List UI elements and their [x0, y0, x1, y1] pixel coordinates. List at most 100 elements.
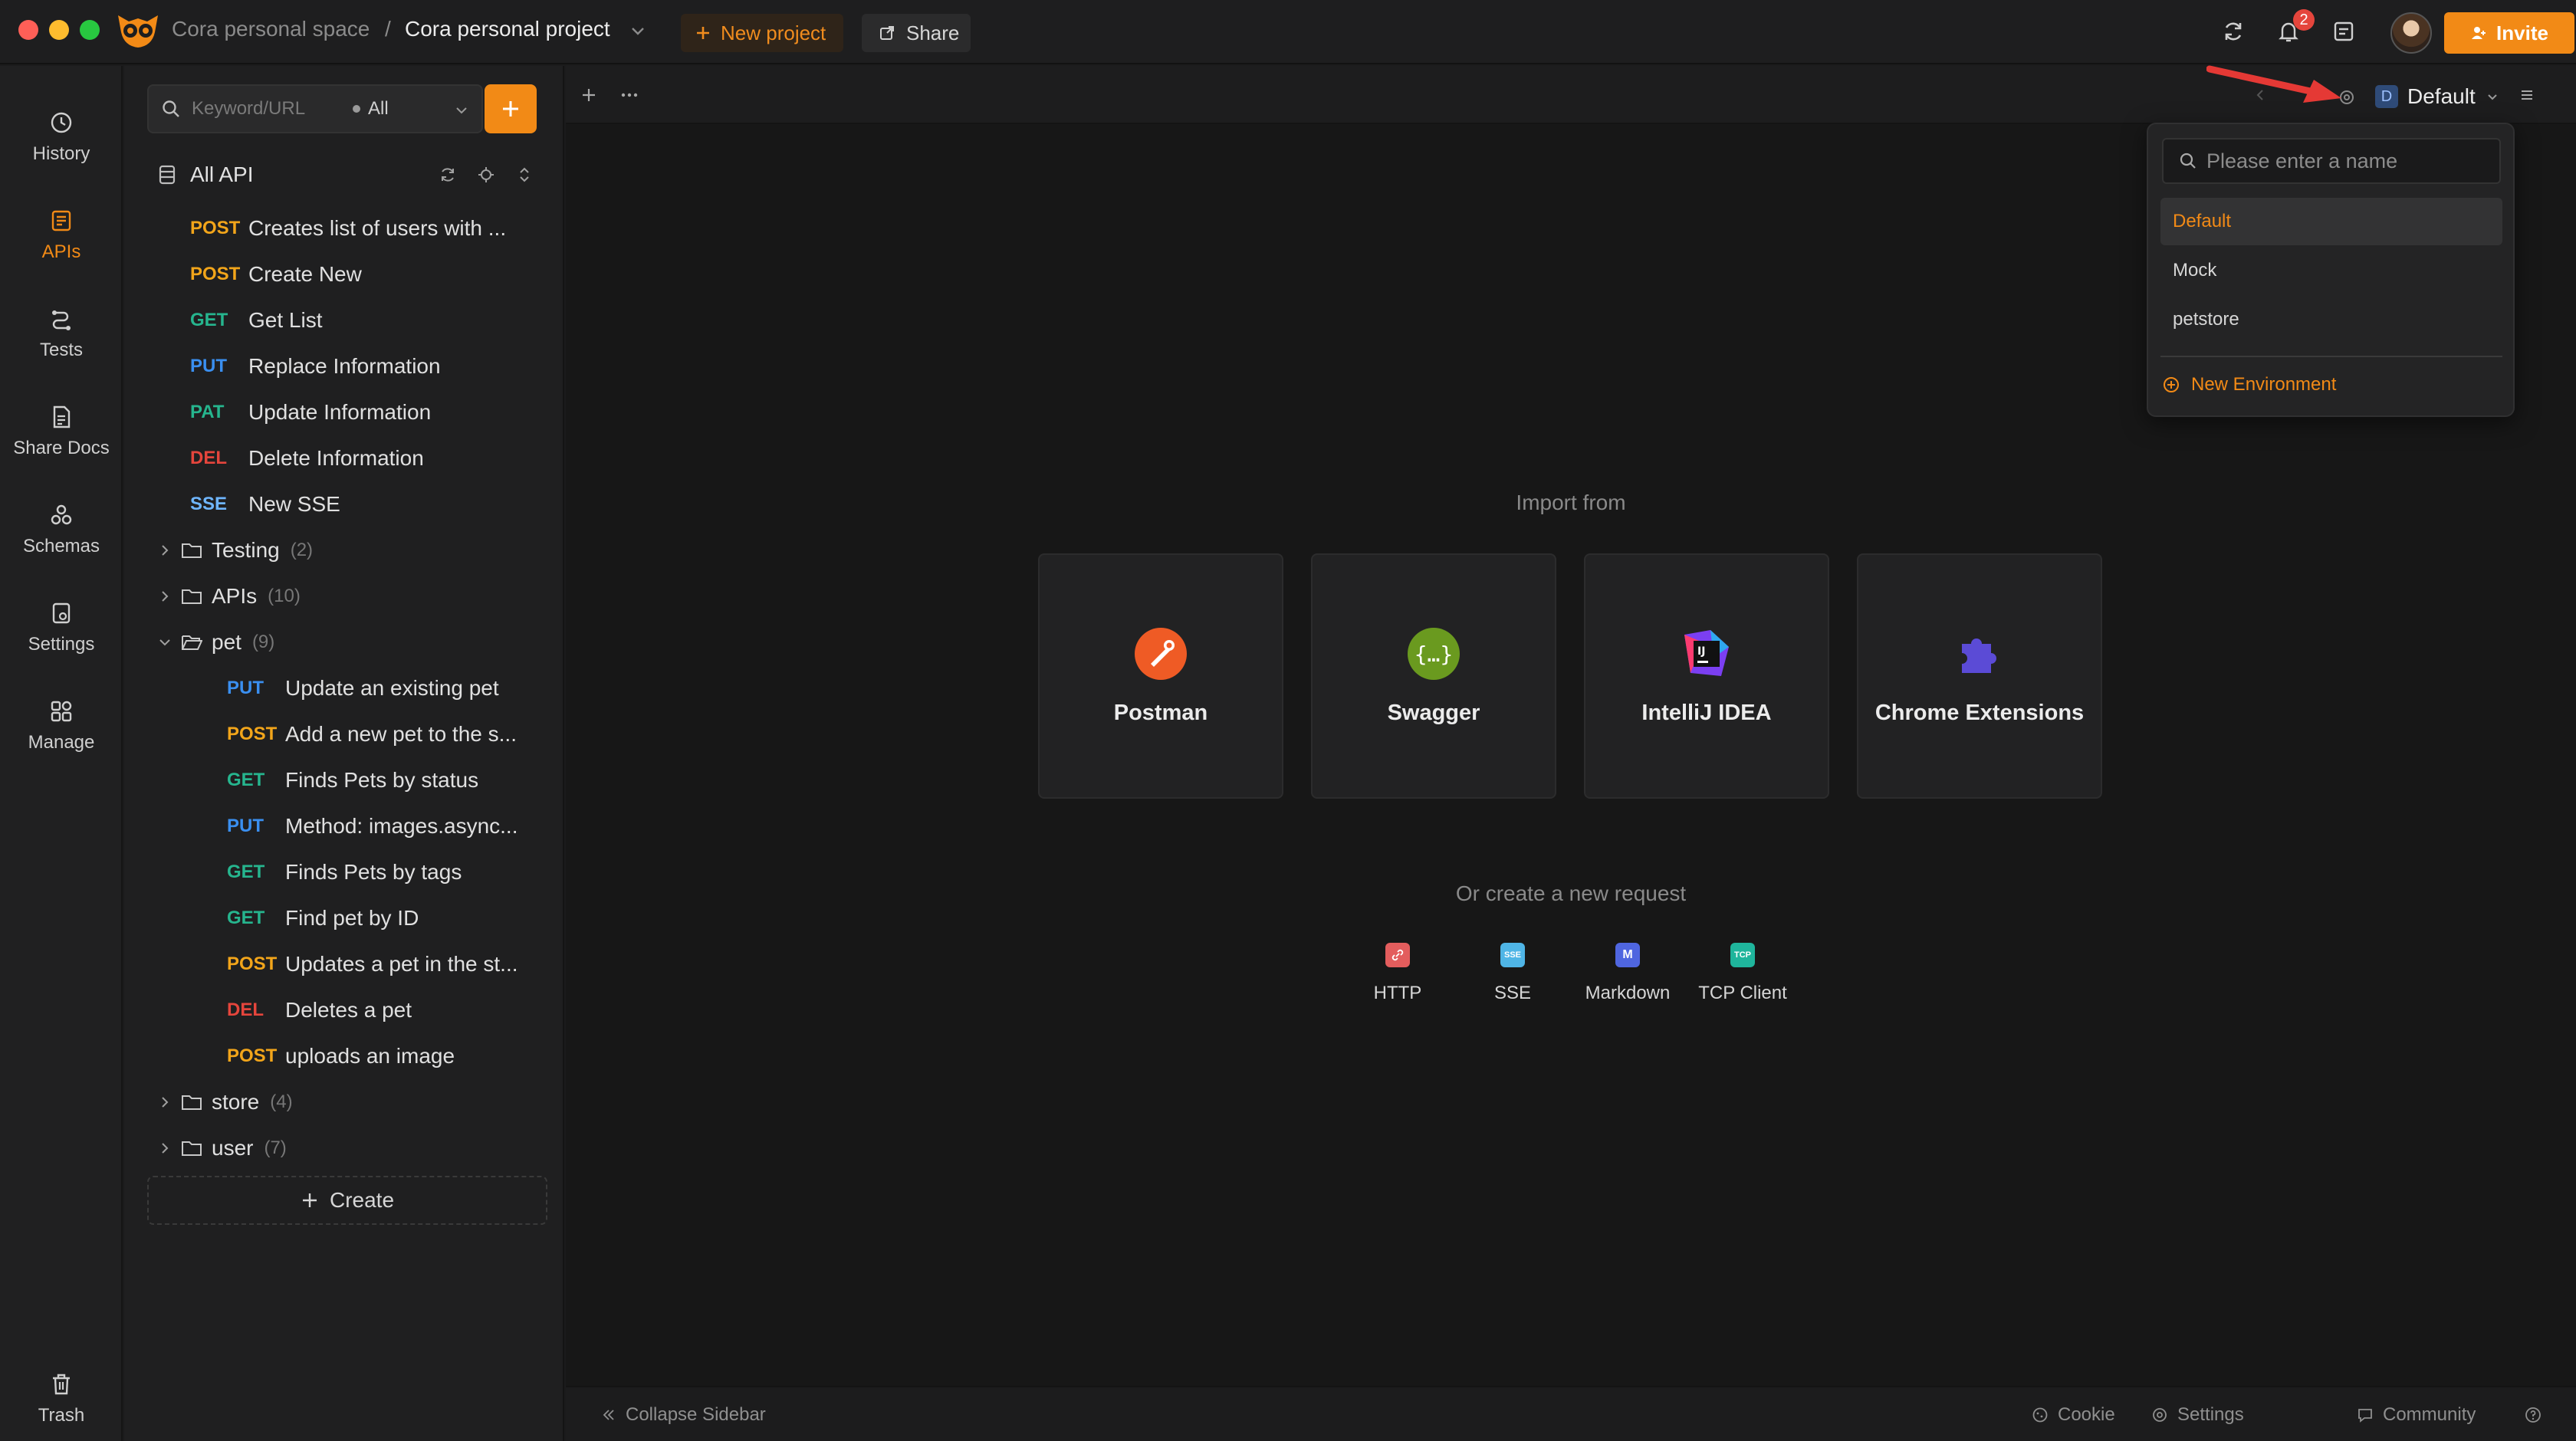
close-window-button[interactable] [18, 20, 38, 40]
api-name: Creates list of users with ... [248, 216, 507, 240]
folder-pet[interactable]: pet (9) [158, 619, 274, 665]
locate-icon[interactable] [477, 166, 495, 184]
import-chrome-extensions-card[interactable]: Chrome Extensions [1857, 553, 2102, 799]
search-icon [161, 99, 181, 119]
import-postman-card[interactable]: Postman [1038, 553, 1283, 799]
import-swagger-card[interactable]: {…} Swagger [1311, 553, 1556, 799]
request-label: HTTP [1373, 983, 1422, 1003]
nav-share-docs[interactable]: Share Docs [0, 389, 123, 474]
card-label: IntelliJ IDEA [1641, 700, 1772, 725]
environment-option-default[interactable]: Default [2160, 198, 2502, 245]
folder-icon [181, 541, 212, 560]
new-tcp-client-request[interactable]: TCP TCP Client [1693, 943, 1792, 1004]
nav-apis[interactable]: APIs [0, 193, 123, 277]
environment-option-petstore[interactable]: petstore [2160, 296, 2502, 343]
expand-collapse-icon[interactable] [515, 166, 534, 184]
new-http-request[interactable]: HTTP [1348, 943, 1447, 1004]
environment-option-mock[interactable]: Mock [2160, 247, 2502, 294]
api-item[interactable]: POST uploads an image [227, 1033, 455, 1079]
owl-logo-icon [115, 11, 161, 51]
nav-history-label: History [32, 143, 90, 164]
request-label: Markdown [1585, 983, 1671, 1003]
new-tab-icon[interactable] [580, 86, 598, 104]
chevron-right-icon[interactable] [158, 1095, 181, 1109]
folder-user[interactable]: user (7) [158, 1125, 287, 1171]
chevron-down-icon[interactable] [158, 635, 181, 649]
maximize-window-button[interactable] [80, 20, 100, 40]
scope-select[interactable]: All [368, 98, 389, 120]
invite-button[interactable]: Invite [2444, 12, 2574, 54]
api-item[interactable]: GET Get List [190, 297, 322, 343]
api-name: Create New [248, 262, 362, 286]
breadcrumb-space[interactable]: Cora personal space [172, 17, 370, 41]
refresh-icon[interactable] [439, 166, 457, 184]
chevron-right-icon[interactable] [158, 1141, 181, 1155]
api-item[interactable]: POST Create New [190, 251, 362, 297]
settings-button[interactable]: Settings [2151, 1404, 2244, 1426]
chevron-right-icon[interactable] [158, 543, 181, 557]
nav-tests[interactable]: Tests [0, 291, 123, 376]
api-item[interactable]: GET Finds Pets by status [227, 757, 478, 803]
nav-settings[interactable]: Settings [0, 586, 123, 670]
api-item[interactable]: DEL Delete Information [190, 435, 424, 481]
new-markdown-request[interactable]: M Markdown [1578, 943, 1677, 1004]
new-sse-request[interactable]: SSE SSE [1463, 943, 1562, 1004]
nav-trash[interactable]: Trash [0, 1357, 123, 1441]
document-icon[interactable] [2331, 18, 2357, 44]
api-item[interactable]: PUT Method: images.async... [227, 803, 518, 849]
api-item[interactable]: SSE New SSE [190, 481, 340, 527]
nav-manage[interactable]: Manage [0, 684, 123, 768]
import-intellij-card[interactable]: IJ IntelliJ IDEA [1584, 553, 1829, 799]
plus-icon [695, 25, 711, 41]
method-badge: GET [227, 862, 265, 882]
folder-testing[interactable]: Testing (2) [158, 527, 313, 573]
search-box[interactable]: All [147, 84, 483, 133]
avatar[interactable] [2390, 12, 2432, 54]
api-item[interactable]: DEL Deletes a pet [227, 987, 412, 1033]
cookie-icon [2032, 1407, 2049, 1423]
nav-schemas-label: Schemas [22, 536, 100, 556]
api-item[interactable]: POST Updates a pet in the st... [227, 941, 518, 987]
create-label: Create [329, 1188, 395, 1212]
share-button[interactable]: Share [862, 14, 971, 52]
cookie-button[interactable]: Cookie [2032, 1404, 2115, 1426]
api-item[interactable]: POST Add a new pet to the s... [227, 711, 517, 757]
nav-trash-label: Trash [38, 1405, 85, 1426]
plus-circle-icon [2162, 376, 2180, 394]
puzzle-piece-icon [1953, 627, 2006, 681]
chevron-right-icon[interactable] [158, 589, 181, 603]
help-icon[interactable] [2524, 1406, 2542, 1424]
new-environment-button[interactable]: New Environment [2162, 374, 2336, 396]
folder-count: (7) [264, 1137, 287, 1158]
search-input[interactable] [190, 97, 343, 120]
folder-store[interactable]: store (4) [158, 1079, 293, 1125]
api-item[interactable]: PUT Update an existing pet [227, 665, 499, 711]
collapse-sidebar-button[interactable]: Collapse Sidebar [601, 1404, 766, 1426]
chevron-down-icon[interactable] [454, 103, 469, 118]
add-api-button[interactable] [485, 84, 537, 133]
api-item[interactable]: PUT Replace Information [190, 343, 441, 389]
environment-search-input[interactable] [2205, 148, 2481, 174]
api-item[interactable]: PAT Update Information [190, 389, 431, 435]
settings-label: Settings [2177, 1404, 2244, 1425]
environment-search-box[interactable] [2162, 138, 2501, 184]
create-button[interactable]: Create [147, 1176, 547, 1225]
collapse-sidebar-label: Collapse Sidebar [626, 1404, 766, 1425]
folder-apis[interactable]: APIs (10) [158, 573, 301, 619]
minimize-window-button[interactable] [49, 20, 69, 40]
api-item[interactable]: GET Finds Pets by tags [227, 849, 462, 895]
nav-schemas[interactable]: Schemas [0, 487, 123, 572]
sse-icon: SSE [1500, 943, 1525, 967]
api-item[interactable]: POST Creates list of users with ... [190, 205, 506, 251]
breadcrumb-project[interactable]: Cora personal project [405, 17, 610, 41]
tests-icon [48, 306, 74, 332]
community-button[interactable]: Community [2357, 1404, 2476, 1426]
new-project-button[interactable]: New project [681, 14, 843, 52]
share-docs-icon [48, 404, 74, 430]
sync-icon[interactable] [2220, 18, 2246, 44]
more-icon[interactable] [619, 86, 639, 104]
chevron-down-icon[interactable] [629, 21, 647, 40]
api-item[interactable]: GET Find pet by ID [227, 895, 419, 941]
menu-icon[interactable] [2518, 86, 2536, 104]
nav-history[interactable]: History [0, 95, 123, 179]
